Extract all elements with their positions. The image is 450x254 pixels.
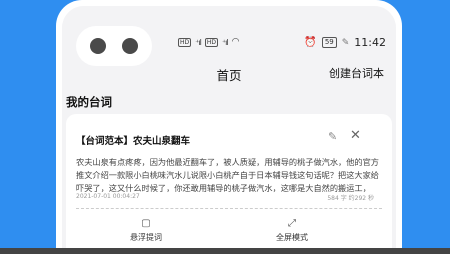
camera-cutout — [76, 26, 152, 66]
create-script-button[interactable]: 创建台词本 — [329, 65, 384, 81]
front-camera-lens — [90, 38, 106, 54]
wifi-icon: ◠ — [231, 37, 240, 47]
status-time: 11:42 — [354, 36, 386, 49]
hd-badge: HD — [178, 37, 192, 47]
floating-prompter-button[interactable]: ▢ 悬浮提词 — [116, 218, 176, 243]
app-header: 首页 创建台词本 — [62, 62, 396, 84]
bottom-dark-strip — [0, 248, 450, 254]
section-title: 我的台词 — [66, 95, 112, 109]
script-stats: 584 字 约292 秒 — [327, 195, 374, 202]
front-camera-lens — [122, 38, 138, 54]
phone-frame: HD ⁺ıl HD ⁺ıl ◠ ⏰ 59 ✎ 11:42 首页 创建台词本 我的… — [56, 0, 402, 254]
fullscreen-mode-label: 全屏模式 — [276, 233, 308, 242]
floating-window-icon: ▢ — [141, 218, 151, 229]
script-preview-text: 农夫山泉有点疼疼，因为他最近翻车了，被人质疑，用辅导的桃子做汽水，他的官方推文介… — [76, 157, 379, 193]
card-divider — [76, 208, 382, 209]
watermark-text: OFKLXAWET — [180, 221, 269, 236]
eco-mode-icon: ✎ — [341, 37, 350, 48]
script-card-body: 农夫山泉有点疼疼，因为他最近翻车了，被人质疑，用辅导的桃子做汽水，他的官方推文介… — [76, 156, 380, 195]
alarm-icon: ⏰ — [304, 37, 317, 48]
script-date: 2021-07-01 00:04:27 — [76, 193, 140, 200]
floating-prompter-label: 悬浮提词 — [130, 233, 162, 242]
close-icon[interactable]: ✕ — [350, 128, 361, 143]
status-bar: HD ⁺ıl HD ⁺ıl ◠ ⏰ 59 ✎ 11:42 — [62, 6, 396, 68]
battery-icon: 59 — [321, 37, 337, 48]
status-right: ⏰ 59 ✎ 11:42 — [304, 36, 386, 49]
pencil-icon[interactable]: ✎ — [328, 130, 337, 143]
signal-icon: ⁺ıl — [195, 37, 202, 47]
network-indicators: HD ⁺ıl HD ⁺ıl ◠ — [178, 37, 239, 47]
hd-badge: HD — [204, 37, 218, 47]
fullscreen-icon: ⤢ — [288, 218, 296, 229]
app-screen: HD ⁺ıl HD ⁺ıl ◠ ⏰ 59 ✎ 11:42 首页 创建台词本 我的… — [62, 6, 396, 254]
signal-icon: ⁺ıl — [221, 37, 229, 47]
script-card-title: 【台词范本】农夫山泉翻车 — [76, 136, 191, 147]
fullscreen-mode-button[interactable]: ⤢ 全屏模式 — [262, 218, 322, 243]
